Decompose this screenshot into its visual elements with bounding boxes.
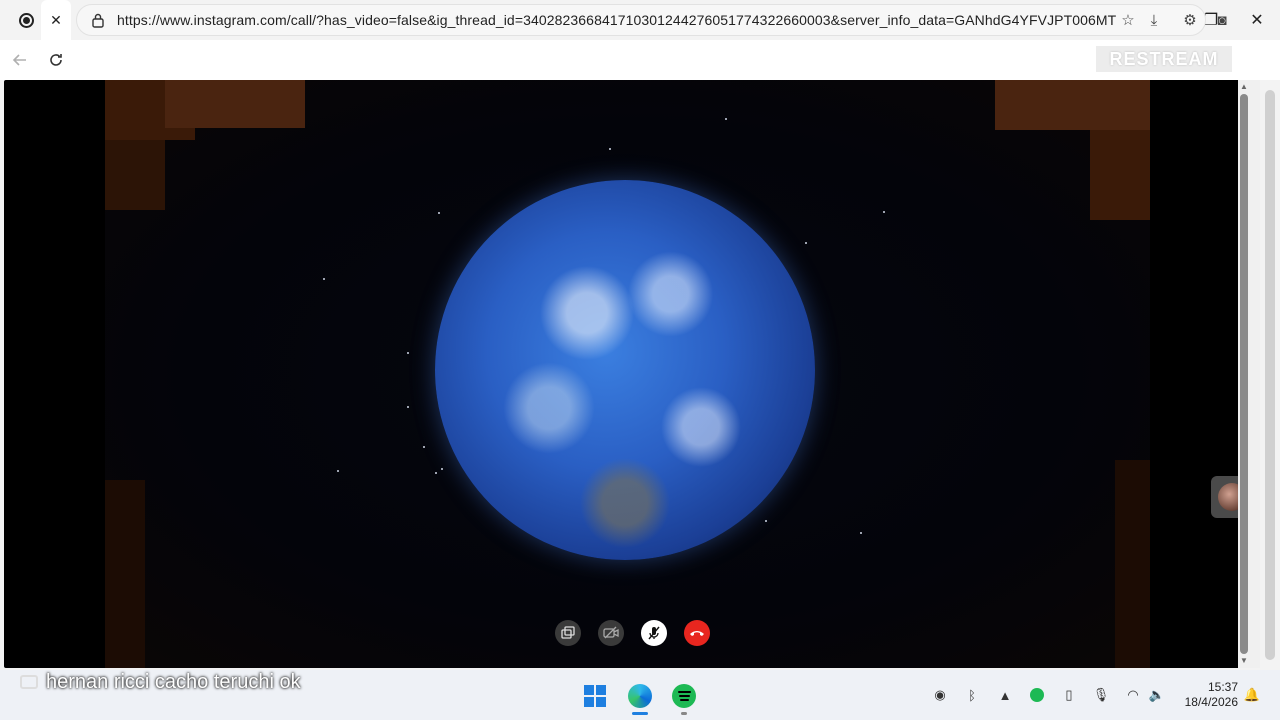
background-shape (995, 80, 1150, 130)
mute-button[interactable] (641, 620, 667, 646)
windows-logo-icon (584, 685, 606, 707)
profile-icon[interactable]: ◙ (1210, 8, 1234, 32)
mic-muted-icon (648, 626, 660, 640)
tray-spotify-icon[interactable] (1028, 686, 1046, 704)
tab-instagram-call-active[interactable]: ✕ (41, 0, 71, 40)
browser-toolbar (0, 40, 1280, 80)
earth-planet (435, 180, 815, 560)
taskbar-edge[interactable] (625, 680, 655, 712)
chat-icon (20, 675, 38, 689)
camera-toggle-button[interactable] (598, 620, 624, 646)
background-shape (165, 80, 305, 128)
volume-icon[interactable]: 🔈 (1148, 686, 1166, 704)
defender-icon[interactable]: ▲ (996, 686, 1014, 704)
background-shape (105, 480, 145, 668)
viewport-scrollbar[interactable]: ▲ ▼ (1238, 80, 1260, 668)
tray-app-icon[interactable]: ◉ (931, 686, 949, 704)
restream-watermark: RESTREAM (1096, 46, 1232, 72)
share-screen-button[interactable] (555, 620, 581, 646)
usb-icon[interactable]: ▯ (1060, 686, 1078, 704)
spotify-icon (672, 684, 696, 708)
back-button[interactable] (2, 42, 38, 78)
microphone-icon[interactable]: 🎙 (1092, 686, 1110, 704)
call-viewport (4, 80, 1260, 668)
viewport-scrollbar-thumb[interactable] (1240, 94, 1248, 654)
system-clock[interactable]: 15:37 18/4/2026 (1180, 680, 1238, 710)
edge-active-indicator (632, 712, 648, 715)
favorite-star-icon[interactable]: ☆ (1116, 8, 1140, 32)
address-url[interactable]: https://www.instagram.com/call/?has_vide… (117, 12, 1117, 28)
share-screen-icon (561, 626, 575, 639)
hang-up-icon (690, 631, 704, 636)
close-window-button[interactable]: ✕ (1234, 0, 1280, 40)
refresh-icon (50, 54, 62, 66)
edge-icon (628, 684, 652, 708)
scroll-up-icon[interactable]: ▲ (1238, 82, 1250, 91)
spotify-running-indicator (681, 712, 687, 715)
background-shape (1115, 460, 1150, 668)
notification-bell-icon[interactable]: 🔔 (1243, 686, 1261, 704)
clock-date: 18/4/2026 (1184, 695, 1238, 709)
taskbar-spotify[interactable] (669, 680, 699, 712)
extensions-icon[interactable]: ⚙ (1178, 8, 1202, 32)
clock-time: 15:37 (1207, 680, 1238, 694)
page-scrollbar[interactable] (1260, 80, 1280, 668)
download-icon[interactable]: ⤓ (1142, 8, 1166, 32)
wifi-icon[interactable]: ◠ (1124, 686, 1142, 704)
end-call-button[interactable] (684, 620, 710, 646)
address-bar[interactable]: https://www.instagram.com/call/?has_vide… (76, 4, 1206, 36)
video-stream (105, 80, 1150, 668)
camera-off-icon (603, 626, 619, 639)
stream-caption: hernan ricci cacho teruchi ok (20, 670, 301, 694)
caption-text: hernan ricci cacho teruchi ok (46, 670, 301, 693)
bluetooth-icon[interactable]: ᛒ (963, 686, 981, 704)
lock-icon[interactable] (89, 11, 107, 29)
start-button[interactable] (580, 680, 610, 712)
background-shape (105, 140, 165, 210)
refresh-button[interactable] (38, 42, 74, 78)
tab-record[interactable] (11, 0, 41, 40)
page-scrollbar-thumb[interactable] (1265, 90, 1275, 660)
background-shape (1090, 130, 1150, 220)
back-arrow-icon (12, 54, 26, 66)
scroll-down-icon[interactable]: ▼ (1238, 656, 1250, 665)
record-icon (18, 12, 34, 28)
close-tab-icon[interactable]: ✕ (50, 12, 62, 29)
